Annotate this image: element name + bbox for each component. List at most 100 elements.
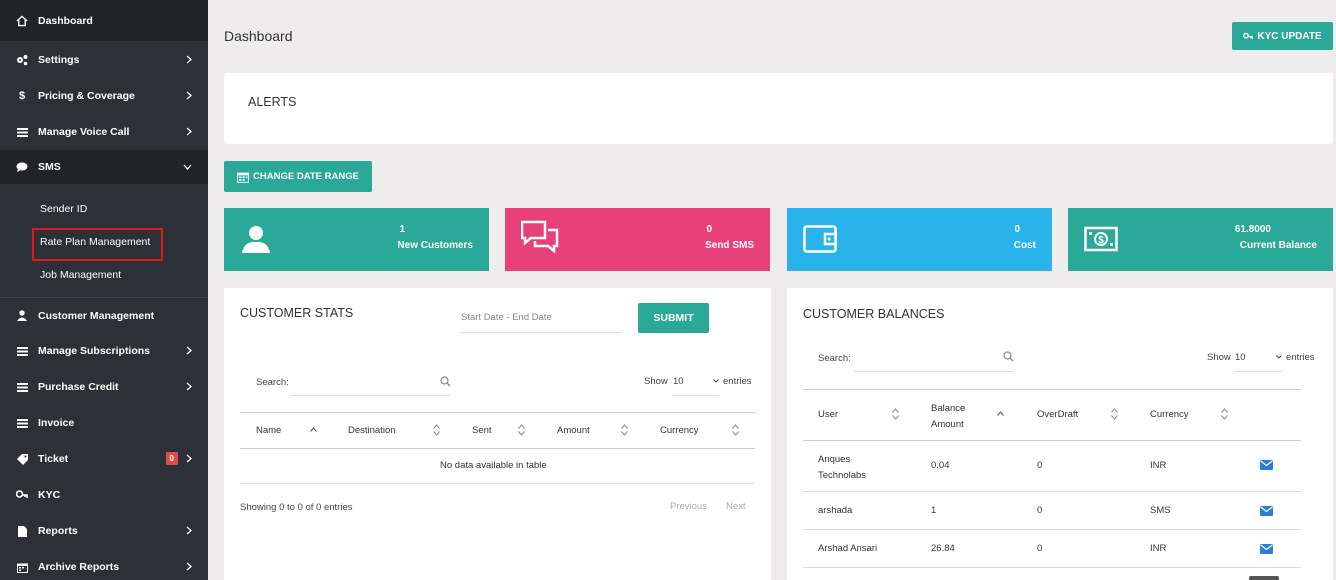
sidebar-item-label: Invoice (38, 417, 75, 429)
sort-asc-icon (310, 427, 317, 432)
chevron-right-icon (186, 526, 192, 535)
empty-table-message: No data available in table (440, 460, 547, 471)
sidebar-item-voice-call[interactable]: Manage Voice Call (0, 114, 208, 150)
column-header-destination[interactable]: Destination (348, 425, 396, 436)
sidebar-item-sms[interactable]: SMS (0, 150, 208, 184)
column-header-currency[interactable]: Currency (660, 425, 699, 436)
kyc-update-button[interactable]: KYC UPDATE (1232, 22, 1333, 50)
sidebar-item-invoice[interactable]: Invoice (0, 405, 208, 441)
svg-text:$: $ (1098, 235, 1104, 246)
mail-icon[interactable] (1260, 460, 1273, 470)
stat-card-new-customers: 1 New Customers (224, 208, 489, 271)
show-label: Show (1207, 352, 1231, 363)
cell-overdraft: 0 (1037, 505, 1043, 516)
sidebar-item-kyc[interactable]: KYC (0, 477, 208, 513)
table-row-border (803, 491, 1301, 492)
sidebar-item-dashboard[interactable]: Dashboard (0, 0, 208, 42)
sort-icon (1221, 408, 1228, 420)
sidebar-item-ticket[interactable]: Ticket 0 (0, 441, 208, 477)
date-range-input[interactable]: Start Date - End Date (460, 303, 622, 333)
next-page-button[interactable]: Next (726, 501, 746, 512)
table-bottom-border (240, 483, 755, 484)
sidebar-item-pricing[interactable]: $ Pricing & Coverage (0, 78, 208, 114)
page-title: Dashboard (224, 28, 293, 44)
column-header-balance-amount[interactable]: Balance Amount (931, 401, 979, 433)
stat-label: Current Balance (1239, 240, 1317, 251)
change-date-range-label: CHANGE DATE RANGE (253, 171, 359, 182)
sidebar-item-customer-management[interactable]: Customer Management (0, 297, 208, 333)
entries-value: 10 (673, 376, 684, 387)
table-row-border (803, 567, 1301, 568)
chevron-right-icon (186, 55, 192, 64)
wallet-icon (803, 225, 837, 253)
stat-value: 0 (1014, 224, 1020, 235)
kyc-update-label: KYC UPDATE (1257, 30, 1322, 42)
sort-icon (621, 424, 628, 436)
file-icon (16, 525, 28, 537)
column-header-currency[interactable]: Currency (1150, 409, 1189, 420)
sidebar-item-settings[interactable]: Settings (0, 42, 208, 78)
submenu-job-management[interactable]: Job Management (0, 258, 208, 291)
submenu-rate-plan-management[interactable]: Rate Plan Management (0, 225, 208, 261)
sort-icon (892, 408, 899, 420)
sidebar-item-subscriptions[interactable]: Manage Subscriptions (0, 333, 208, 369)
user-icon (242, 226, 270, 253)
previous-page-button[interactable]: Previous (670, 501, 707, 512)
stat-label: Cost (1013, 240, 1036, 251)
sidebar-item-reports[interactable]: Reports (0, 513, 208, 549)
table-top-border (240, 412, 755, 413)
column-header-overdraft[interactable]: OverDraft (1037, 409, 1078, 420)
search-label: Search: (256, 377, 289, 388)
stat-card-current-balance: $ 61.8000 Current Balance (1068, 208, 1333, 271)
sidebar-item-label: SMS (38, 161, 61, 173)
table-info: Showing 0 to 0 of 0 entries (240, 502, 353, 513)
search-icon (1003, 351, 1014, 362)
column-header-name[interactable]: Name (256, 425, 281, 436)
submenu-sender-id[interactable]: Sender ID (0, 192, 208, 225)
balances-search-input[interactable] (853, 348, 1013, 372)
entries-select[interactable]: 10 (672, 372, 719, 396)
chevron-right-icon (186, 454, 192, 463)
sidebar-item-label: Manage Voice Call (38, 126, 130, 138)
balances-entries-select[interactable]: 10 (1234, 348, 1282, 372)
cell-balance: 1 (931, 505, 937, 516)
list-icon (16, 126, 28, 138)
submenu-label: Job Management (40, 268, 122, 281)
change-date-range-button[interactable]: CHANGE DATE RANGE (224, 161, 372, 192)
mail-icon[interactable] (1260, 506, 1273, 516)
highlight-box (32, 228, 163, 261)
search-input[interactable] (290, 372, 451, 396)
tag-icon (16, 453, 28, 465)
show-label: Show (644, 376, 668, 387)
customer-balances-title: CUSTOMER BALANCES (803, 307, 945, 321)
cell-balance: 0.04 (931, 460, 950, 471)
sort-icon (1111, 408, 1118, 420)
sidebar-item-archive-reports[interactable]: Archive Reports (0, 549, 208, 580)
table-header-border (240, 448, 755, 449)
sidebar-item-label: Purchase Credit (38, 381, 119, 393)
submit-button[interactable]: SUBMIT (638, 303, 709, 333)
balances-table-top-border (803, 389, 1301, 390)
mail-icon[interactable] (1260, 544, 1273, 554)
column-header-amount[interactable]: Amount (557, 425, 590, 436)
sidebar-item-purchase-credit[interactable]: Purchase Credit (0, 369, 208, 405)
sidebar-item-label: Ticket (38, 453, 69, 465)
date-range-placeholder: Start Date - End Date (461, 312, 552, 323)
cell-currency: SMS (1150, 505, 1171, 516)
balances-header-border (803, 440, 1301, 441)
chevron-down-icon (713, 379, 719, 383)
list-icon (16, 381, 28, 393)
submit-label: SUBMIT (653, 312, 694, 324)
chevron-right-icon (186, 382, 192, 391)
sidebar-item-label: Customer Management (38, 309, 155, 322)
column-header-sent[interactable]: Sent (472, 425, 492, 436)
calendar-icon (237, 172, 250, 183)
cell-currency: INR (1150, 460, 1167, 471)
sort-icon (518, 424, 525, 436)
scroll-to-top-button[interactable] (1249, 576, 1279, 580)
column-header-user[interactable]: User (818, 409, 838, 420)
cell-overdraft: 0 (1037, 460, 1043, 471)
stat-card-cost: 0 Cost (787, 208, 1052, 271)
entries-label: entries (723, 376, 752, 387)
stat-value: 0 (706, 224, 712, 235)
